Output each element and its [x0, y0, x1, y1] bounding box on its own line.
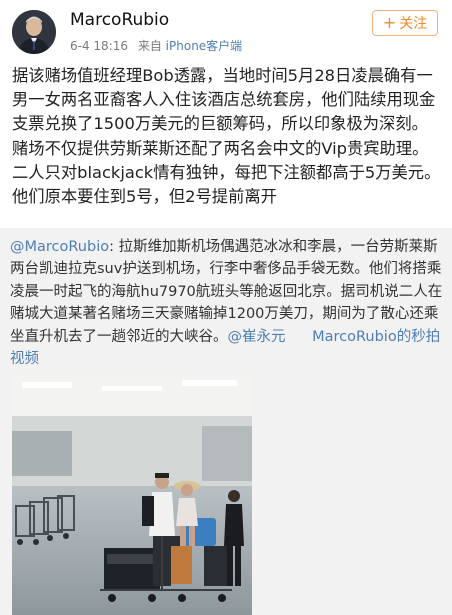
follow-button[interactable]: + 关注 [372, 10, 438, 36]
retweet-mention[interactable]: @MarcoRubio [10, 239, 109, 255]
retweet-mention-2[interactable]: @崔永元 [228, 329, 286, 345]
retweet-text: @MarcoRubio: 拉斯维加斯机场偶遇范冰冰和李晨，一台劳斯莱斯两台凯迪拉… [10, 236, 446, 370]
timestamp: 6-4 18:16 [70, 39, 128, 53]
source-prefix: 来自 [137, 39, 162, 53]
post-meta: 6-4 18:16 来自 iPhone客户端 [70, 37, 242, 54]
follow-label: 关注 [399, 16, 428, 32]
retweeted-post[interactable]: @MarcoRubio: 拉斯维加斯机场偶遇范冰冰和李晨，一台劳斯莱斯两台凯迪拉… [0, 228, 452, 615]
retweet-photo[interactable] [12, 376, 252, 615]
avatar[interactable] [12, 10, 56, 54]
post-text: 据该赌场值班经理Bob透露，当地时间5月28日凌晨确有一男一女两名亚裔客人入住该… [12, 66, 441, 207]
plus-icon: + [382, 13, 397, 32]
airport-photo [12, 376, 252, 615]
avatar-image [12, 10, 56, 54]
username[interactable]: MarcoRubio [70, 10, 169, 30]
post-header: MarcoRubio 6-4 18:16 来自 iPhone客户端 + 关注 [0, 0, 452, 62]
source-client[interactable]: iPhone客户端 [166, 39, 243, 53]
